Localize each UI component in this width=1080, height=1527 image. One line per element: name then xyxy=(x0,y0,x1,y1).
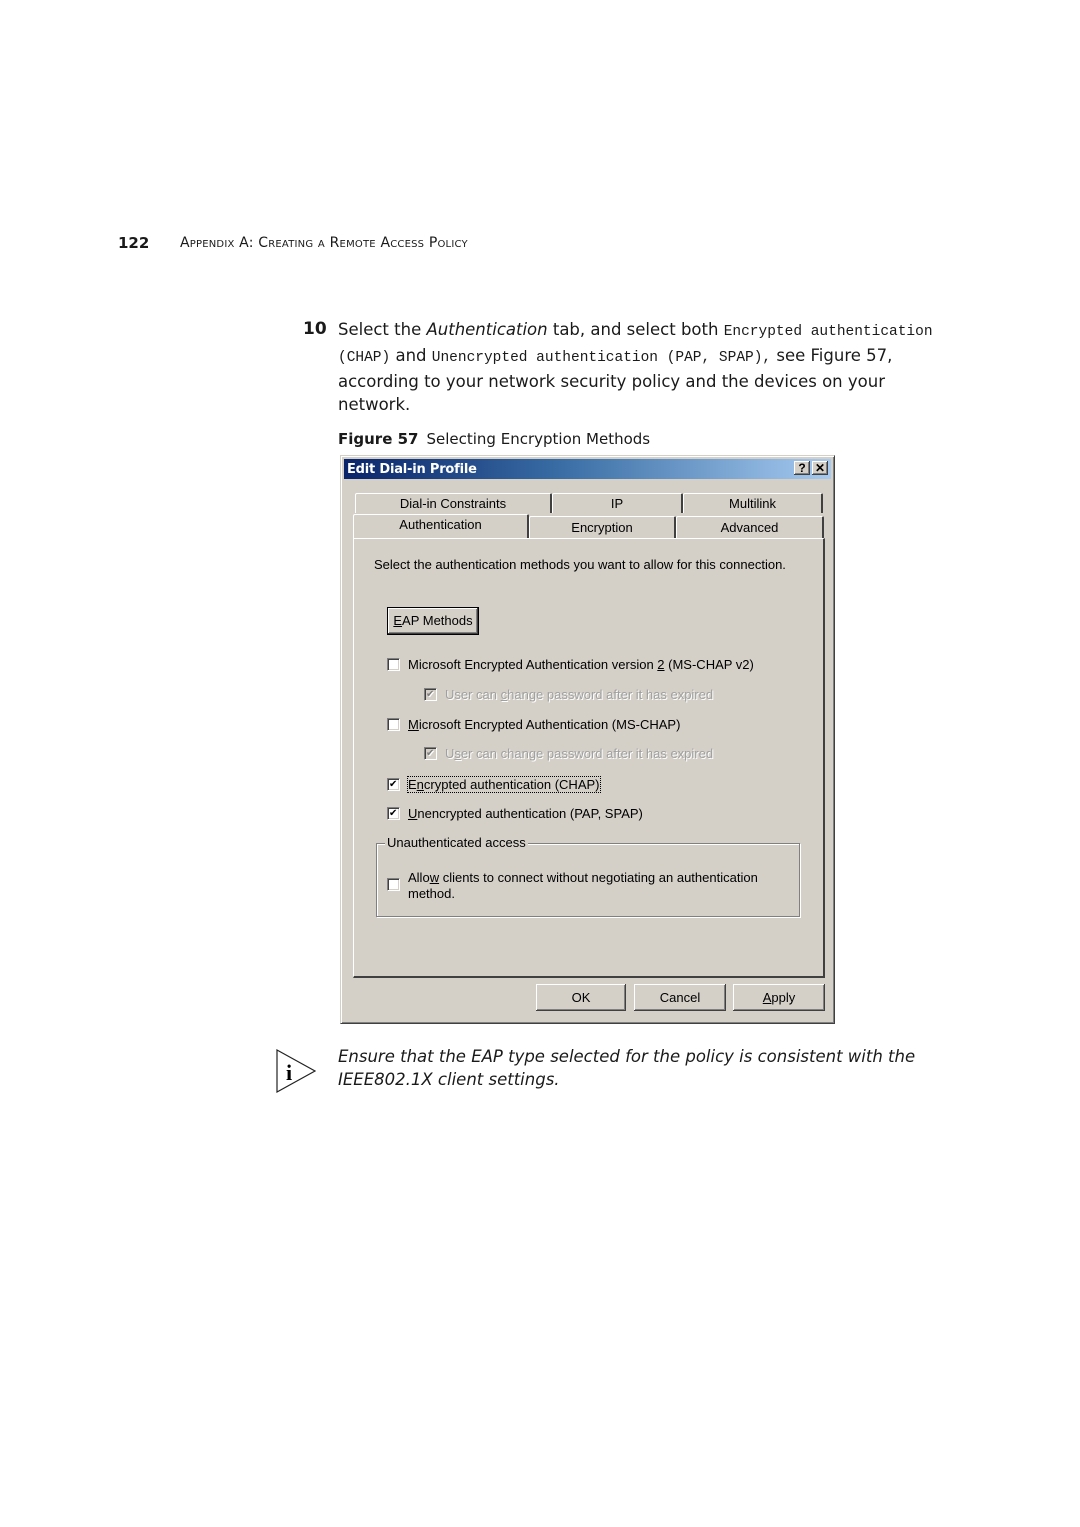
step-code-pap: Unencrypted authentication (PAP, SPAP), xyxy=(431,350,772,366)
running-header: 122 Appendix A: Creating a Remote Access… xyxy=(118,233,468,253)
panel-description: Select the authentication methods you wa… xyxy=(374,557,786,572)
group-legend: Unauthenticated access xyxy=(385,835,528,850)
apply-button[interactable]: Apply xyxy=(733,984,825,1011)
dialog-title: Edit Dial-in Profile xyxy=(347,461,477,477)
option-ms-chap-change-password: User can change password after it has ex… xyxy=(424,746,713,761)
edit-dial-in-profile-dialog: Edit Dial-in Profile ? ✕ Dial-in Constra… xyxy=(340,455,835,1024)
step-text-part: tab, and select both xyxy=(547,320,724,339)
figure-label: Figure 57 xyxy=(338,430,419,448)
option-pap-spap[interactable]: Unencrypted authentication (PAP, SPAP) xyxy=(387,806,643,821)
help-button[interactable]: ? xyxy=(794,461,810,475)
ms-chap-v2-checkbox[interactable] xyxy=(387,658,400,671)
option-allow-unauthenticated[interactable]: Allow clients to connect without negotia… xyxy=(387,870,777,902)
allow-unauthenticated-label: Allow clients to connect without negotia… xyxy=(408,870,758,901)
tab-ip[interactable]: IP xyxy=(552,493,683,513)
tab-authentication[interactable]: Authentication xyxy=(353,514,529,538)
pap-spap-label: Unencrypted authentication (PAP, SPAP) xyxy=(408,806,643,821)
ms-chap-change-password-checkbox xyxy=(424,747,437,760)
allow-unauthenticated-checkbox[interactable] xyxy=(387,878,400,891)
step-text-part: Select the xyxy=(338,320,427,339)
ms-chap-checkbox[interactable] xyxy=(387,718,400,731)
step-text-part: and xyxy=(390,346,432,365)
header-title: Appendix A: Creating a Remote Access Pol… xyxy=(180,235,468,251)
unauthenticated-access-group: Unauthenticated access Allow clients to … xyxy=(376,835,800,917)
eap-label: AP Methods xyxy=(402,613,473,628)
ms-chap-v2-change-password-label: User can change password after it has ex… xyxy=(445,687,714,702)
eap-mnemonic: E xyxy=(393,613,403,628)
ms-chap-v2-label: Microsoft Encrypted Authentication versi… xyxy=(408,657,754,672)
svg-text:i: i xyxy=(286,1060,292,1085)
tab-multilink[interactable]: Multilink xyxy=(683,493,823,513)
chap-label: Encrypted authentication (CHAP) xyxy=(407,776,601,793)
figure-caption: Figure 57 Selecting Encryption Methods xyxy=(338,430,650,448)
step-10: 10 Select the Authentication tab, and se… xyxy=(303,318,943,416)
close-icon[interactable]: ✕ xyxy=(812,461,828,475)
title-bar[interactable]: Edit Dial-in Profile ? ✕ xyxy=(344,459,831,479)
step-text: Select the Authentication tab, and selec… xyxy=(338,318,943,416)
apply-label: pply xyxy=(771,990,796,1005)
ms-chap-change-password-label: User can change password after it has ex… xyxy=(445,746,714,761)
step-text-italic: Authentication xyxy=(426,320,548,339)
cancel-button[interactable]: Cancel xyxy=(634,984,726,1011)
tab-dial-in-constraints[interactable]: Dial-in Constraints xyxy=(355,493,552,513)
option-ms-chap-v2-change-password: User can change password after it has ex… xyxy=(424,687,713,702)
option-chap[interactable]: Encrypted authentication (CHAP) xyxy=(387,776,601,793)
chap-checkbox[interactable] xyxy=(387,778,400,791)
tab-encryption[interactable]: Encryption xyxy=(529,516,676,538)
pap-spap-checkbox[interactable] xyxy=(387,807,400,820)
info-icon: i xyxy=(276,1049,316,1093)
ms-chap-label: Microsoft Encrypted Authentication (MS-C… xyxy=(408,717,681,732)
option-ms-chap[interactable]: Microsoft Encrypted Authentication (MS-C… xyxy=(387,717,680,732)
note-text: Ensure that the EAP type selected for th… xyxy=(338,1047,916,1089)
tab-advanced[interactable]: Advanced xyxy=(676,516,824,538)
page-number: 122 xyxy=(118,234,150,252)
figure-title: Selecting Encryption Methods xyxy=(426,430,651,448)
ok-button[interactable]: OK xyxy=(536,984,626,1011)
step-number: 10 xyxy=(303,319,327,339)
eap-methods-button[interactable]: EAP Methods xyxy=(387,607,479,635)
ms-chap-v2-change-password-checkbox xyxy=(424,688,437,701)
authentication-panel: Select the authentication methods you wa… xyxy=(353,538,825,978)
option-ms-chap-v2[interactable]: Microsoft Encrypted Authentication versi… xyxy=(387,657,754,672)
